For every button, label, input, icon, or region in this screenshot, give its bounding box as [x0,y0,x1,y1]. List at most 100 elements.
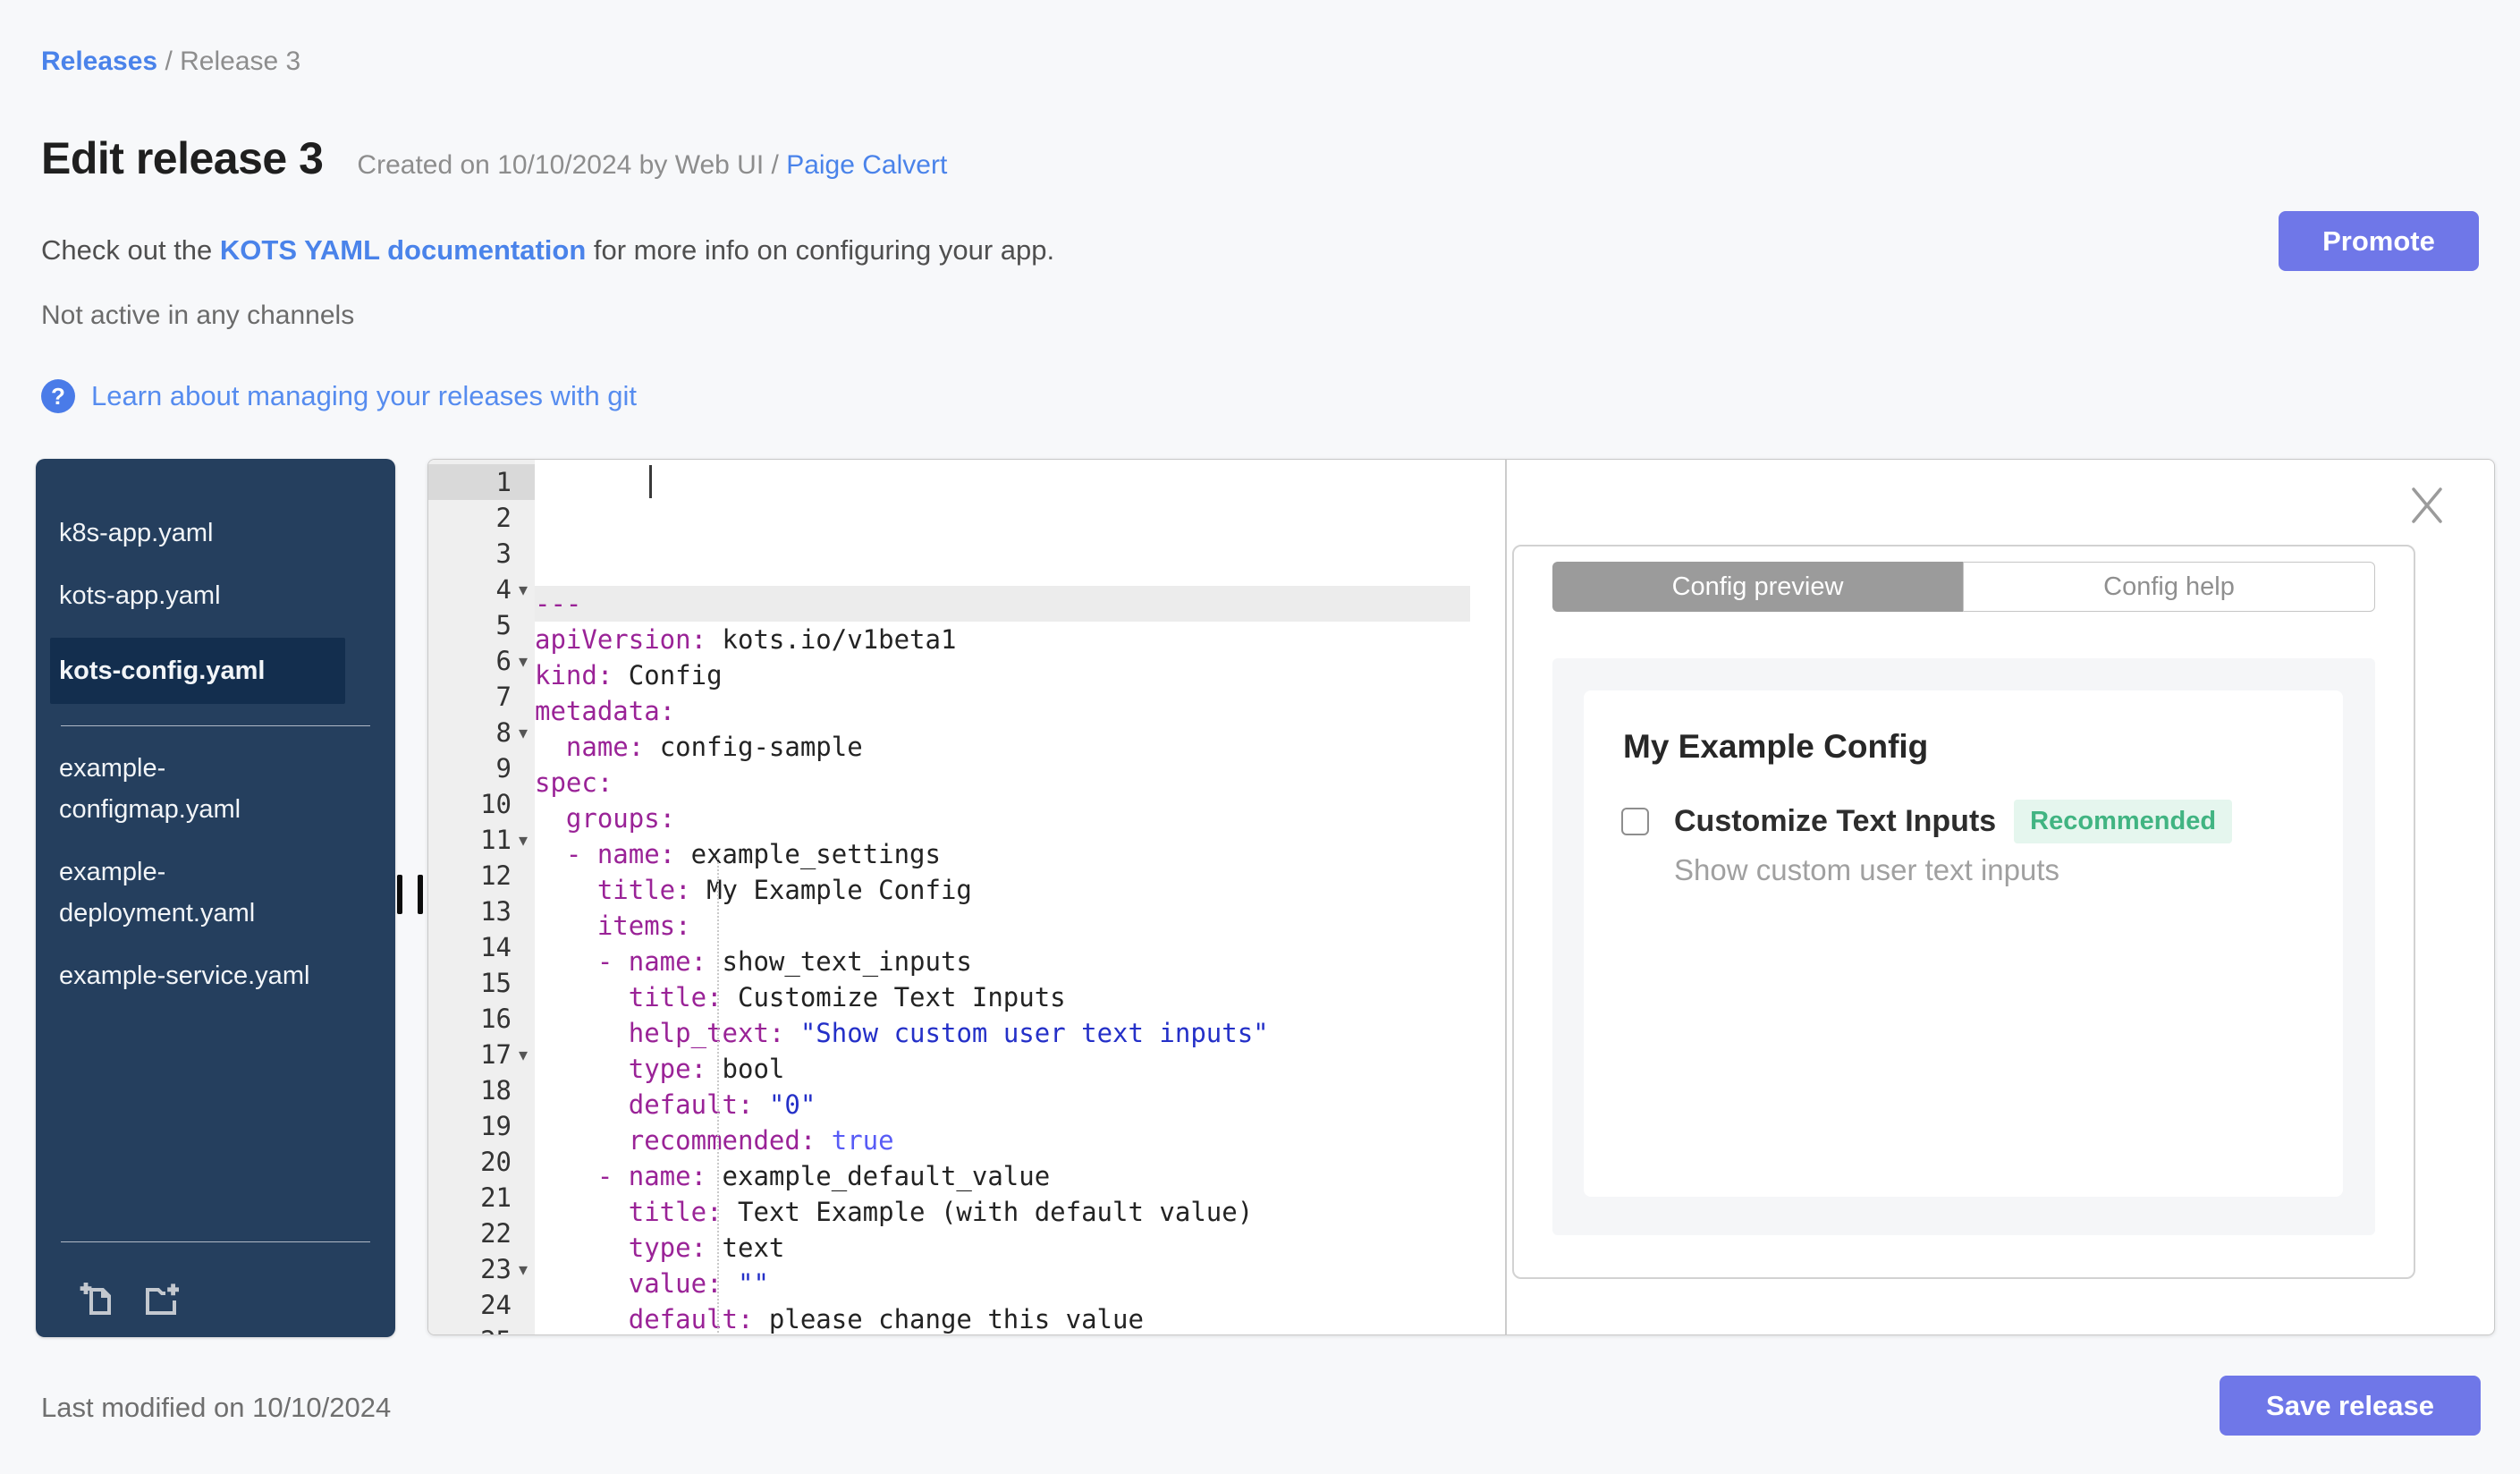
line-number: 19 [480,1111,512,1141]
gutter-line-1: 1 [428,464,535,500]
line-number: 15 [480,968,512,998]
preview-tab-toggle: Config preview Config help [1552,562,2375,612]
line-number: 18 [480,1075,512,1106]
question-mark-icon: ? [41,379,75,413]
sidebar-resize-handle-bar-left[interactable] [397,875,402,914]
code-line-7: groups: [565,803,676,834]
breadcrumb-current: Release 3 [180,47,301,76]
code-line-8: - name: example_settings [565,839,941,869]
sidebar-divider [61,725,370,726]
line-number: 17 [480,1039,512,1070]
promote-button[interactable]: Promote [2279,211,2479,271]
gutter-line-19: 19 [428,1108,535,1144]
channel-status-text: Not active in any channels [41,301,355,330]
page-title: Edit release 3 [41,133,324,183]
line-number: 8 [495,717,512,748]
sidebar-file-example-deployment.yaml[interactable]: example-deployment.yaml [50,851,345,934]
line-number: 16 [480,1004,512,1034]
git-help-label: Learn about managing your releases with … [91,380,638,411]
title-row: Edit release 3 Created on 10/10/2024 by … [41,132,947,184]
gutter-line-4: 4 ▾ [428,572,535,607]
fold-arrow-icon[interactable]: ▾ [512,1037,535,1072]
gutter-line-9: 9 [428,750,535,786]
fold-arrow-icon[interactable]: ▾ [512,572,535,607]
line-number: 14 [480,932,512,962]
release-editor-page: Releases / Release 3 Edit release 3 Crea… [0,0,2520,1474]
code-line-19: type: text [628,1233,785,1263]
config-preview-panel: Config preview Config help My Example Co… [1512,545,2415,1279]
line-number: 25 [480,1323,512,1334]
line-number: 5 [495,610,512,640]
new-folder-icon[interactable] [140,1278,182,1321]
line-number: 12 [480,860,512,891]
fold-arrow-icon[interactable]: ▾ [512,1251,535,1287]
close-icon[interactable] [2406,485,2448,526]
code-editor[interactable]: --- apiVersion: kots.io/v1beta1 kind: Conf… [535,460,1470,1334]
sidebar-resize-handle-bar-right[interactable] [418,875,423,914]
line-number: 7 [495,682,512,712]
editor-preview-divider [1505,460,1507,1334]
sidebar-file-k8s-app.yaml[interactable]: k8s-app.yaml [50,513,345,554]
tab-config-preview[interactable]: Config preview [1552,562,1963,612]
docs-note: Check out the KOTS YAML documentation fo… [41,234,1054,267]
file-list: k8s-app.yaml kots-app.yaml kots-config.yam… [36,513,395,996]
config-group-card: My Example Config Customize Text Inputs … [1584,690,2343,1197]
line-number: 20 [480,1147,512,1177]
config-item-label: Customize Text Inputs [1674,804,1997,838]
gutter-line-3: 3 [428,536,535,572]
code-line-5: name: config-sample [565,732,863,762]
gutter-line-10: 10 [428,786,535,822]
line-number: 24 [480,1290,512,1320]
code-line-3: kind: Config [535,660,723,690]
code-line-12: title: Customize Text Inputs [628,982,1066,1012]
fold-arrow-icon[interactable]: ▾ [512,822,535,858]
gutter-line-6: 6 ▾ [428,643,535,679]
customize-text-inputs-checkbox[interactable] [1621,808,1649,835]
line-number: 21 [480,1182,512,1213]
sidebar-file-kots-app.yaml[interactable]: kots-app.yaml [50,575,345,616]
kots-yaml-docs-link[interactable]: KOTS YAML documentation [220,234,586,266]
created-text: Created on 10/10/2024 by Web UI / Paige … [357,150,947,181]
breadcrumb-separator: / [165,47,181,76]
gutter-line-13: 13 [428,894,535,929]
line-number: 10 [480,789,512,819]
tab-config-help[interactable]: Config help [1963,562,2375,612]
line-number: 9 [495,753,512,784]
config-item-help-text: Show custom user text inputs [1674,853,2060,886]
code-line-15: default: "0" [628,1089,816,1120]
fold-arrow-icon[interactable]: ▾ [512,715,535,750]
gutter-line-23: 23 ▾ [428,1251,535,1287]
code-line-11: - name: show_text_inputs [596,946,972,977]
config-preview-area: My Example Config Customize Text Inputs … [1552,658,2375,1235]
fold-arrow-icon[interactable]: ▾ [512,643,535,679]
docs-note-suffix: for more info on configuring your app. [586,234,1055,266]
docs-note-prefix: Check out the [41,234,220,266]
sidebar-file-kots-config.yaml[interactable]: kots-config.yaml [50,638,345,704]
code-line-9: title: My Example Config [596,875,972,905]
line-number: 6 [495,646,512,676]
code-line-21: default: please change this value [628,1304,1144,1334]
code-line-13: help_text: "Show custom user text inputs… [628,1018,1269,1048]
breadcrumb-releases-link[interactable]: Releases [41,47,157,76]
config-item-row: Customize Text Inputs Recommended [1621,800,2233,843]
recommended-badge: Recommended [2014,800,2233,843]
code-line-14: type: bool [628,1054,785,1084]
git-help-link[interactable]: ? Learn about managing your releases wit… [41,379,637,413]
sidebar-file-example-configmap.yaml[interactable]: example-configmap.yaml [50,748,345,830]
gutter-line-25: 25 [428,1323,535,1334]
created-author-link[interactable]: Paige Calvert [786,150,947,180]
gutter-line-14: 14 [428,929,535,965]
gutter-line-2: 2 [428,500,535,536]
line-number: 22 [480,1218,512,1249]
sidebar-file-example-service.yaml[interactable]: example-service.yaml [50,955,345,996]
new-file-icon[interactable] [75,1278,118,1321]
save-release-button[interactable]: Save release [2220,1376,2481,1436]
